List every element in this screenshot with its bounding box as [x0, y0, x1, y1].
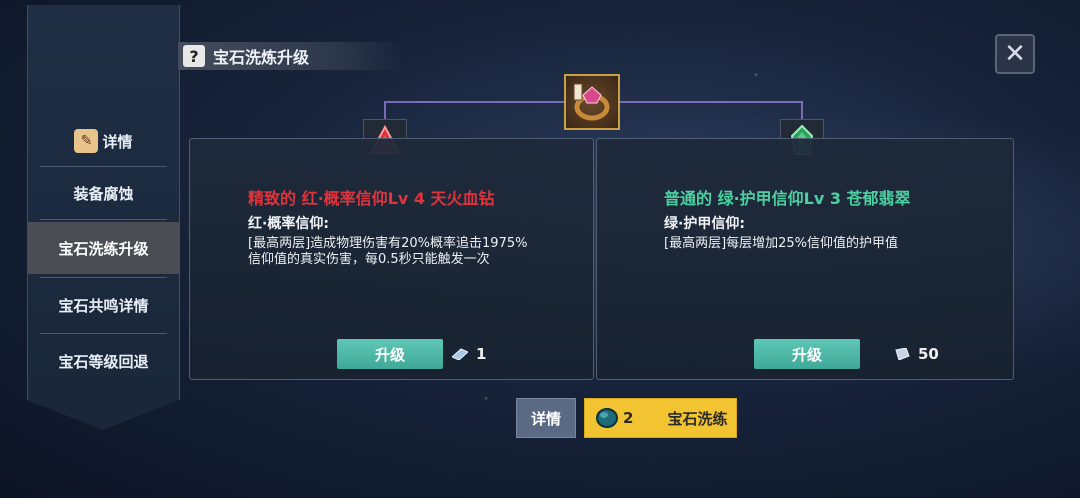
connector-line-left	[384, 101, 386, 119]
sidebar-item-label: 宝石共鸣详情	[58, 296, 149, 315]
refine-stone-icon	[596, 408, 618, 428]
right-gem-panel: 普通的 绿·护甲信仰Lv 3 苍郁翡翠 绿·护甲信仰: [最高两层]每层增加25…	[596, 138, 1014, 380]
question-icon[interactable]: ?	[183, 45, 205, 67]
gem-title: 精致的 红·概率信仰Lv 4 天火血钻	[248, 189, 495, 208]
detail-button[interactable]: 详情	[516, 398, 576, 438]
cost-value: 1	[476, 345, 487, 363]
sidebar-item-details[interactable]: ✎ 详情	[28, 115, 179, 167]
divider	[40, 277, 167, 278]
sidebar-item-label: 宝石洗练升级	[58, 239, 149, 258]
refine-button[interactable]: 2 宝石洗练	[584, 398, 737, 438]
sidebar-item-label: 装备腐蚀	[73, 184, 134, 203]
close-button[interactable]: ✕	[995, 34, 1035, 74]
divider	[40, 333, 167, 334]
ring-icon	[573, 83, 610, 121]
sidebar-item-gem-refine[interactable]: 宝石洗练升级	[28, 222, 179, 274]
crystal-icon	[895, 348, 910, 360]
connector-line-right	[801, 101, 803, 119]
page-title: 宝石洗炼升级	[213, 48, 310, 67]
left-gem-panel: 精致的 红·概率信仰Lv 4 天火血钻 红·概率信仰: [最高两层]造成物理伤害…	[189, 138, 594, 380]
crystal-icon	[452, 348, 468, 360]
upgrade-cost: 50	[894, 345, 939, 363]
sidebar-item-label: 详情	[102, 132, 133, 151]
upgrade-button[interactable]: 升级	[337, 339, 443, 369]
sidebar-item-label: 宝石等级回退	[58, 352, 149, 371]
upgrade-cost: 1	[452, 345, 486, 363]
scroll-icon: ✎	[74, 129, 99, 153]
refine-label: 宝石洗练	[667, 409, 728, 428]
equipment-slot[interactable]	[564, 74, 620, 130]
refine-count: 2	[623, 409, 634, 427]
upgrade-button[interactable]: 升级	[754, 339, 860, 369]
sidebar-item-gem-resonance[interactable]: 宝石共鸣详情	[28, 279, 179, 331]
title-bar: ? 宝石洗炼升级	[178, 42, 403, 70]
gem-subtitle: 绿·护甲信仰:	[664, 216, 745, 232]
gem-subtitle: 红·概率信仰:	[248, 216, 329, 232]
gem-description: [最高两层]每层增加25%信仰值的护甲值	[664, 236, 899, 251]
divider	[40, 219, 167, 220]
cost-value: 50	[918, 345, 939, 363]
sidebar-item-corrosion[interactable]: 装备腐蚀	[28, 167, 179, 219]
gem-description: [最高两层]造成物理伤害有20%概率追击1975%信仰值的真实伤害，每0.5秒只…	[248, 236, 528, 267]
sidebar: ✎ 详情 装备腐蚀 宝石洗练升级 宝石共鸣详情 宝石等级回退	[27, 5, 180, 400]
sidebar-tip	[27, 400, 179, 430]
close-icon: ✕	[1004, 39, 1026, 69]
sidebar-item-gem-rollback[interactable]: 宝石等级回退	[28, 335, 179, 387]
gem-title: 普通的 绿·护甲信仰Lv 3 苍郁翡翠	[664, 189, 911, 208]
